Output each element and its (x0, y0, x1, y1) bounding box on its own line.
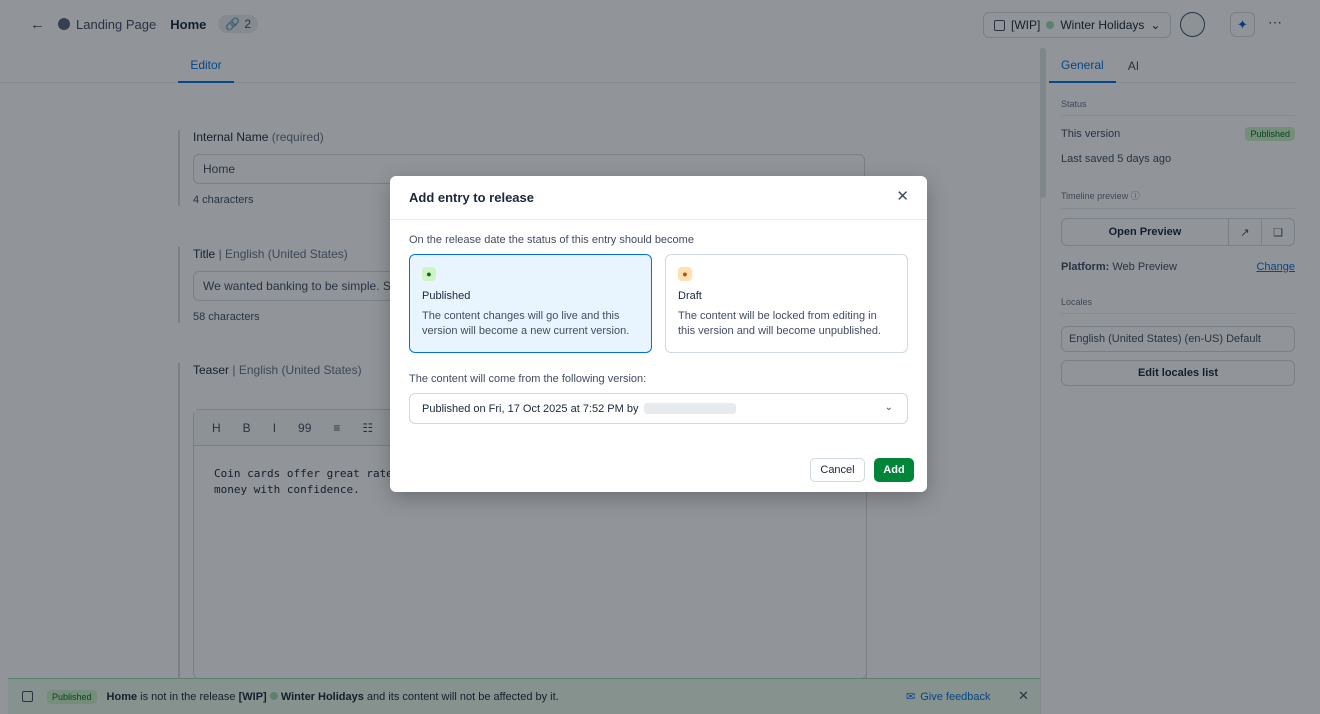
option-published[interactable]: ● Published The content changes will go … (409, 254, 652, 353)
redacted-author (644, 403, 737, 414)
version-select-value: Published on Fri, 17 Oct 2025 at 7:52 PM… (422, 402, 639, 415)
add-entry-dialog: Add entry to release ✕ On the release da… (390, 176, 927, 492)
cancel-button[interactable]: Cancel (810, 458, 865, 482)
source-label: The content will come from the following… (409, 373, 647, 385)
status-question: On the release date the status of this e… (409, 234, 694, 246)
option-draft[interactable]: ● Draft The content will be locked from … (665, 254, 908, 353)
globe-icon: ● (422, 267, 436, 281)
close-icon[interactable]: ✕ (896, 189, 909, 205)
option-name: Published (422, 290, 471, 302)
chevron-down-icon: ⌄ (884, 402, 893, 413)
option-description: The content will be locked from editing … (678, 310, 882, 337)
palette-icon: ● (678, 267, 692, 281)
app-window: ← Landing Page Home 🔗 2 [WIP] Winter Hol… (0, 0, 1320, 714)
option-name: Draft (678, 290, 702, 302)
add-button[interactable]: Add (874, 458, 914, 482)
option-description: The content changes will go live and thi… (422, 310, 630, 337)
dialog-title: Add entry to release (409, 190, 534, 205)
dialog-header: Add entry to release (390, 176, 927, 220)
version-select[interactable]: Published on Fri, 17 Oct 2025 at 7:52 PM… (409, 393, 908, 424)
